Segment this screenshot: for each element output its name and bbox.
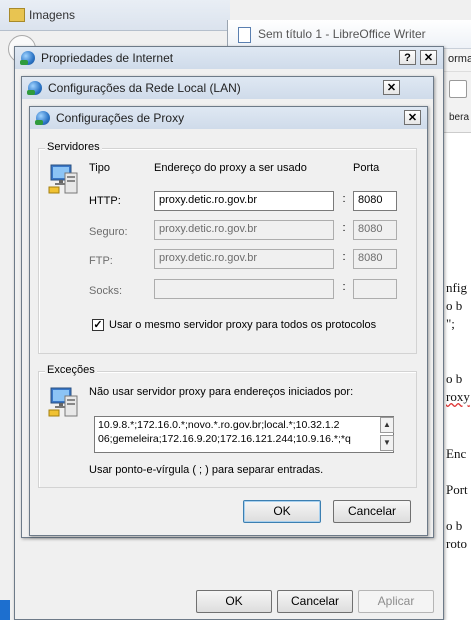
internet-properties-titlebar[interactable]: Propriedades de Internet ? ✕: [15, 47, 443, 69]
network-computer-icon: [48, 164, 78, 194]
servers-group: Servidores Tipo Endereço do proxy a ser …: [38, 141, 417, 354]
exceptions-hint: Usar ponto-e-vírgula ( ; ) para separar …: [89, 464, 324, 476]
port-separator: :: [342, 222, 346, 234]
document-text: ";: [446, 316, 455, 331]
proxy-settings-dialog: Configurações de Proxy ✕ Servidores Tipo…: [29, 106, 428, 536]
ftp-label: FTP:: [89, 255, 113, 267]
col-port-header: Porta: [353, 162, 380, 174]
port-separator: :: [342, 251, 346, 263]
secure-address-input[interactable]: proxy.detic.ro.gov.br: [154, 220, 334, 240]
ftp-port-input[interactable]: 8080: [353, 249, 397, 269]
document-text: Port: [446, 482, 468, 497]
servers-group-label: Servidores: [45, 141, 102, 153]
lan-settings-titlebar[interactable]: Configurações da Rede Local (LAN) ✕: [22, 77, 433, 99]
folder-icon: [9, 8, 25, 22]
port-separator: :: [342, 193, 346, 205]
scroll-down-icon[interactable]: ▼: [380, 435, 394, 451]
port-separator: :: [342, 281, 346, 293]
help-button[interactable]: ?: [399, 50, 416, 65]
proxy-ok-button[interactable]: OK: [243, 500, 321, 523]
close-icon[interactable]: ✕: [420, 50, 437, 65]
exceptions-description: Não usar servidor proxy para endereços i…: [89, 386, 354, 398]
exceptions-textarea[interactable]: 10.9.8.*;172.16.0.*;novo.*.ro.gov.br;loc…: [94, 416, 394, 453]
http-port-input[interactable]: 8080: [353, 191, 397, 211]
imagens-title: Imagens: [29, 8, 76, 22]
close-icon[interactable]: ✕: [404, 110, 421, 125]
exceptions-line: 06;gemeleira;172.16.9.20;172.16.121.244;…: [98, 433, 351, 445]
document-text: nfig: [446, 280, 467, 295]
proxy-settings-title: Configurações de Proxy: [56, 111, 185, 125]
internet-globe-icon: [35, 111, 50, 125]
toolbar-label: bera: [449, 112, 470, 123]
ftp-address-input[interactable]: proxy.detic.ro.gov.br: [154, 249, 334, 269]
imagens-titlebar[interactable]: Imagens: [0, 0, 230, 31]
http-label: HTTP:: [89, 195, 121, 207]
writer-titlebar[interactable]: Sem título 1 - LibreOffice Writer: [228, 20, 471, 49]
exceptions-group: Exceções Não usar servidor proxy para en…: [38, 364, 417, 488]
scroll-up-icon[interactable]: ▲: [380, 417, 394, 433]
socks-address-input[interactable]: [154, 279, 334, 299]
socks-label: Socks:: [89, 285, 123, 297]
search-icon[interactable]: [449, 80, 467, 98]
writer-title: Sem título 1 - LibreOffice Writer: [258, 27, 426, 41]
apply-button[interactable]: Aplicar: [358, 590, 434, 613]
internet-globe-icon: [27, 81, 42, 95]
exceptions-line: 10.9.8.*;172.16.0.*;novo.*.ro.gov.br;loc…: [98, 419, 340, 431]
document-text: o b: [446, 371, 463, 386]
lan-settings-title: Configurações da Rede Local (LAN): [48, 81, 241, 95]
internet-properties-title: Propriedades de Internet: [41, 51, 174, 65]
close-icon[interactable]: ✕: [383, 80, 400, 95]
secure-label: Seguro:: [89, 226, 128, 238]
internet-globe-icon: [20, 51, 35, 65]
ok-button[interactable]: OK: [196, 590, 272, 613]
writer-document-icon: [238, 27, 251, 43]
document-text: roxy: [446, 389, 470, 404]
same-proxy-checkbox[interactable]: ✓: [92, 319, 104, 331]
exceptions-group-label: Exceções: [45, 364, 97, 376]
document-text: o b: [446, 518, 463, 533]
col-type-header: Tipo: [89, 162, 110, 174]
col-address-header: Endereço do proxy a ser usado: [154, 162, 307, 174]
cancel-button[interactable]: Cancelar: [277, 590, 353, 613]
document-text: roto: [446, 536, 467, 551]
document-text: o b: [446, 298, 463, 313]
document-text: Enc: [446, 446, 467, 461]
proxy-settings-titlebar[interactable]: Configurações de Proxy ✕: [30, 107, 427, 129]
taskbar-fragment: [0, 600, 10, 620]
http-address-input[interactable]: proxy.detic.ro.gov.br: [154, 191, 334, 211]
proxy-cancel-button[interactable]: Cancelar: [333, 500, 411, 523]
socks-port-input[interactable]: [353, 279, 397, 299]
menu-item-formatar[interactable]: orma: [448, 53, 471, 65]
same-proxy-label: Usar o mesmo servidor proxy para todos o…: [109, 319, 377, 331]
network-computer-icon: [48, 387, 78, 417]
secure-port-input[interactable]: 8080: [353, 220, 397, 240]
